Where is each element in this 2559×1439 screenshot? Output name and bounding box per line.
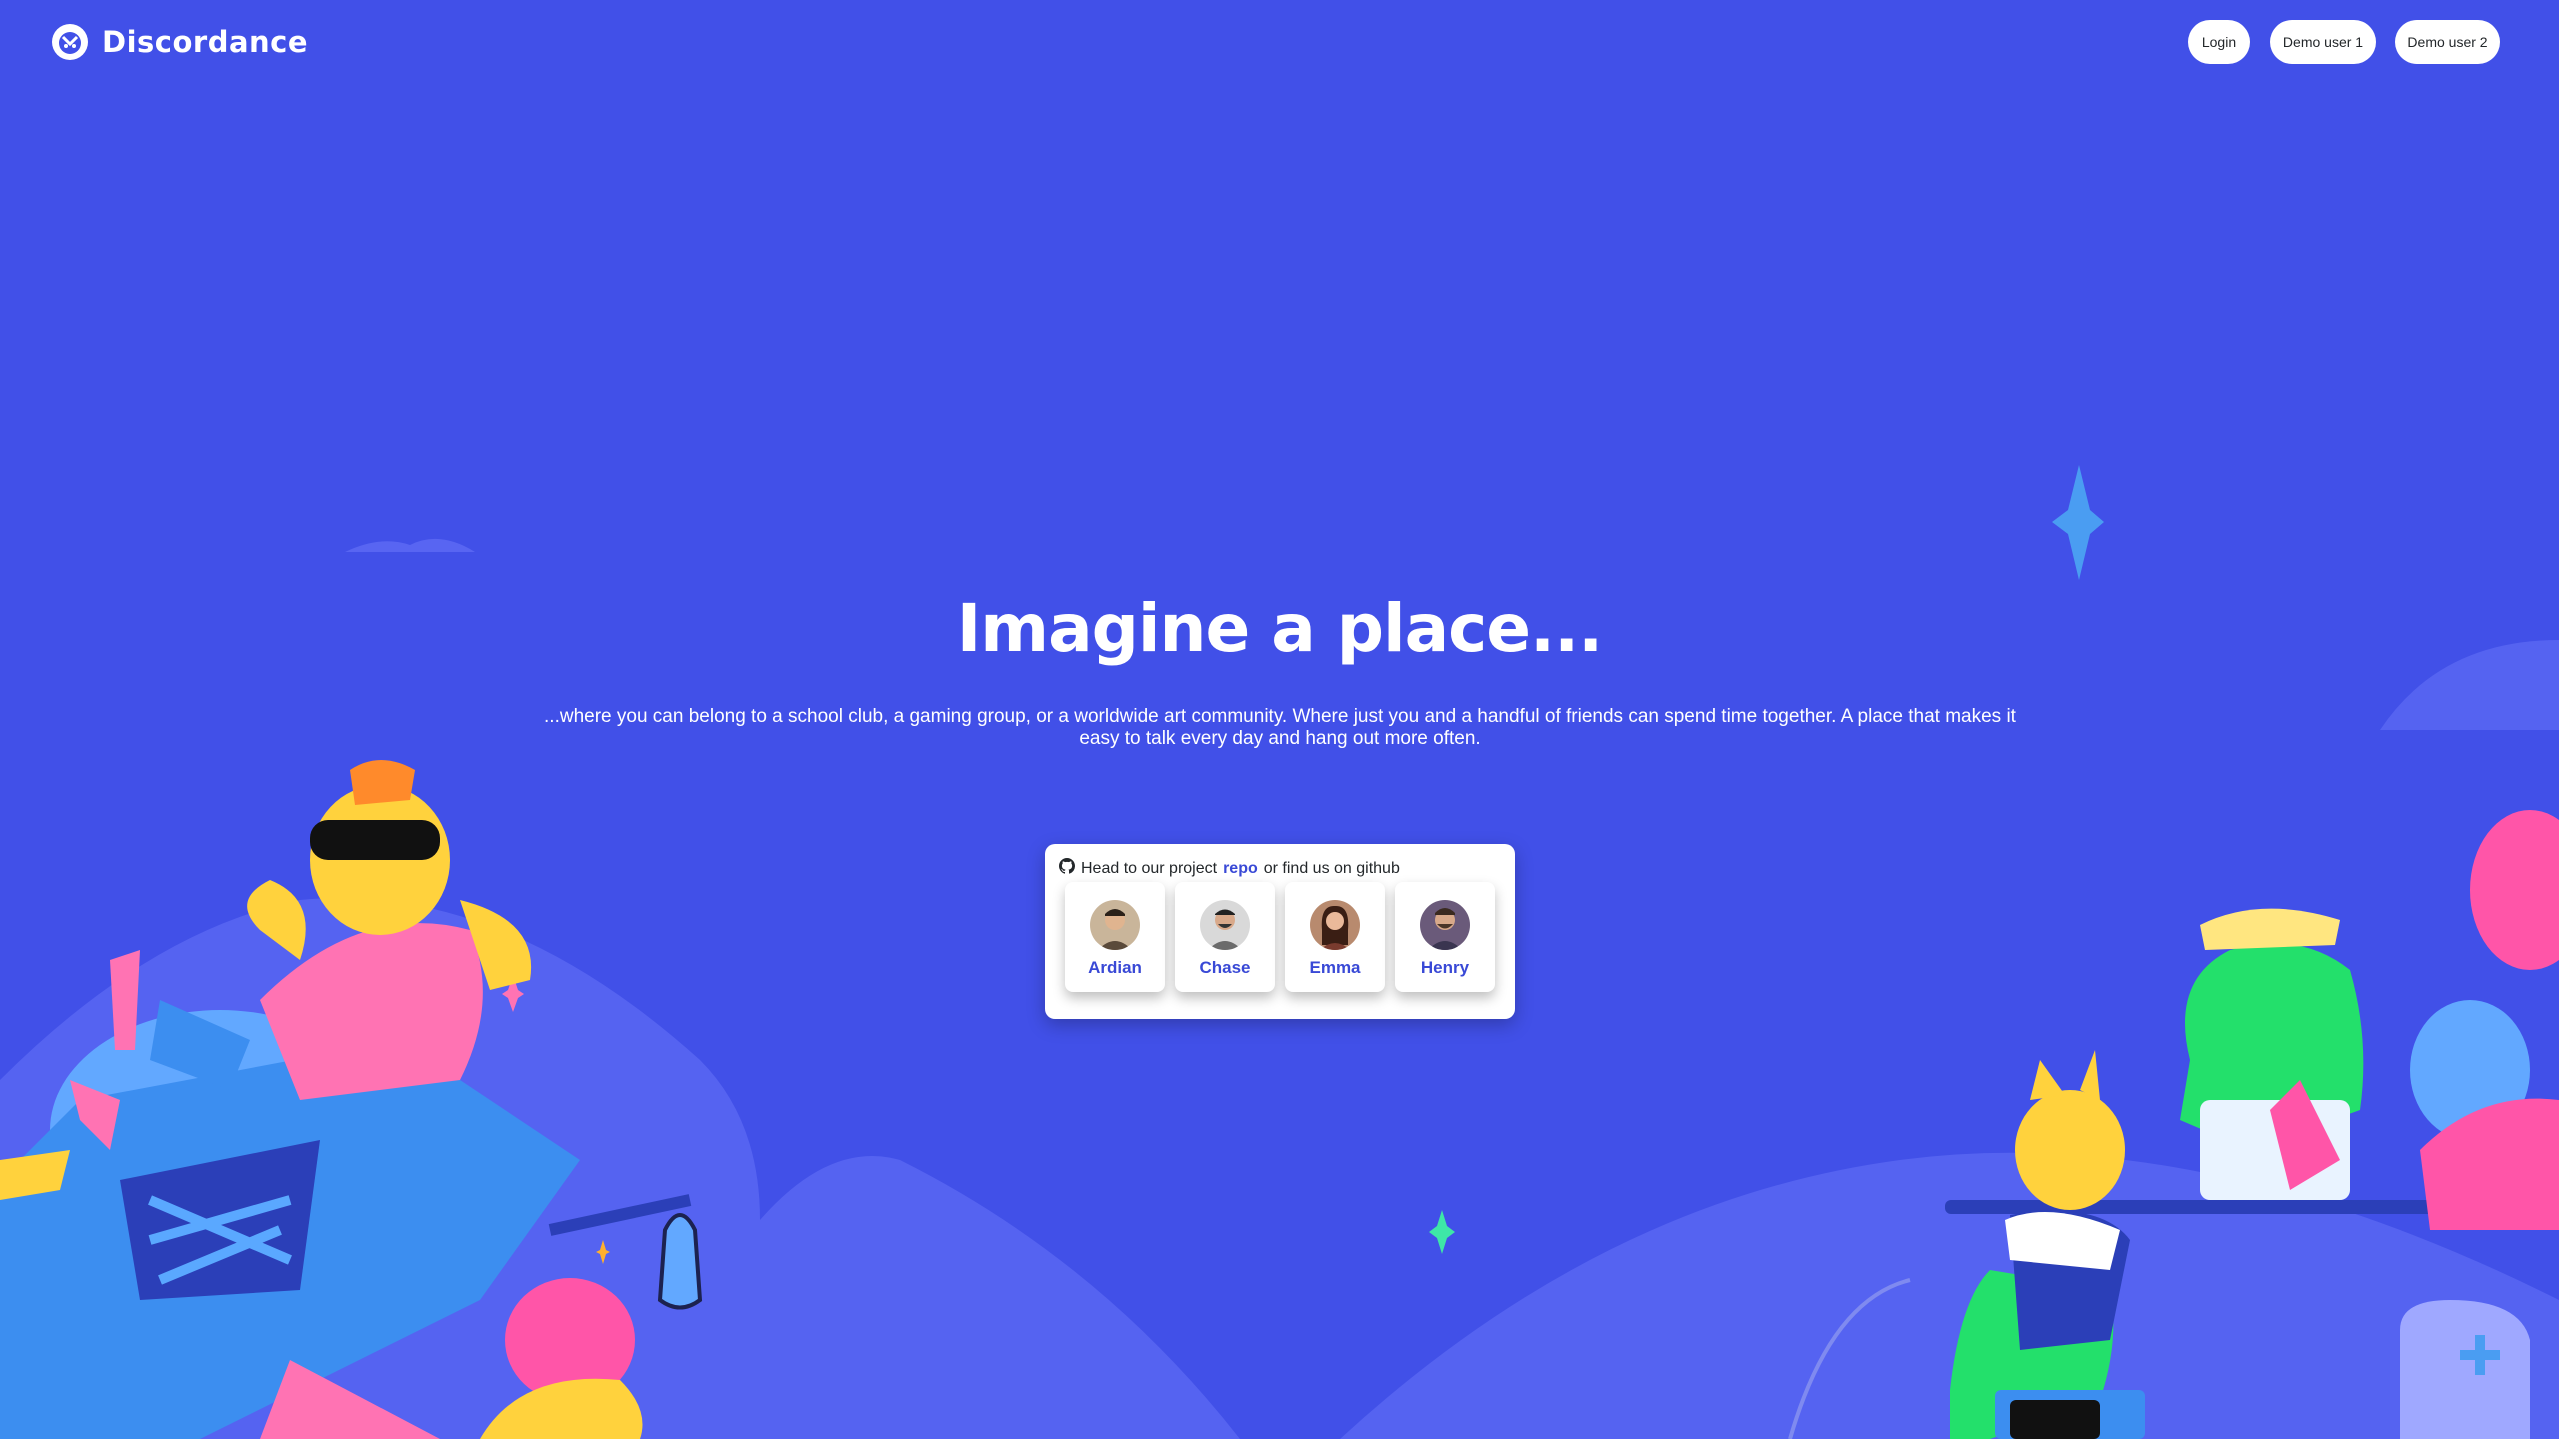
member-card-chase[interactable]: Chase <box>1175 882 1275 992</box>
member-name: Emma <box>1309 958 1361 977</box>
repo-link[interactable]: repo <box>1223 860 1258 878</box>
member-card-henry[interactable]: Henry <box>1395 882 1495 992</box>
repo-line: Head to our project repo or find us on g… <box>1059 858 1400 879</box>
discordance-logo-icon <box>52 24 88 60</box>
hero-subtitle: ...where you can belong to a school club… <box>544 706 2016 749</box>
member-card-ardian[interactable]: Ardian <box>1065 882 1165 992</box>
avatar <box>1310 900 1360 950</box>
avatar <box>1200 900 1250 950</box>
avatar <box>1420 900 1470 950</box>
member-card-emma[interactable]: Emma <box>1285 882 1385 992</box>
repo-text-before: Head to our project <box>1081 859 1218 877</box>
team-card: Head to our project repo or find us on g… <box>1045 844 1515 1019</box>
top-nav: Discordance Login Demo user 1 Demo user … <box>0 0 2559 84</box>
brand-logo[interactable]: Discordance <box>52 24 308 60</box>
repo-text-after: or find us on github <box>1263 859 1400 877</box>
member-name: Chase <box>1199 958 1251 977</box>
avatar <box>1090 900 1140 950</box>
member-name: Ardian <box>1088 958 1142 977</box>
demo-user-1-button[interactable]: Demo user 1 <box>2270 20 2376 64</box>
github-icon <box>1059 858 1076 879</box>
hero-title: Imagine a place... <box>956 590 1603 667</box>
member-name: Henry <box>1420 958 1470 977</box>
demo-user-2-button[interactable]: Demo user 2 <box>2395 20 2500 64</box>
brand-name: Discordance <box>102 25 309 59</box>
login-button[interactable]: Login <box>2188 20 2250 64</box>
